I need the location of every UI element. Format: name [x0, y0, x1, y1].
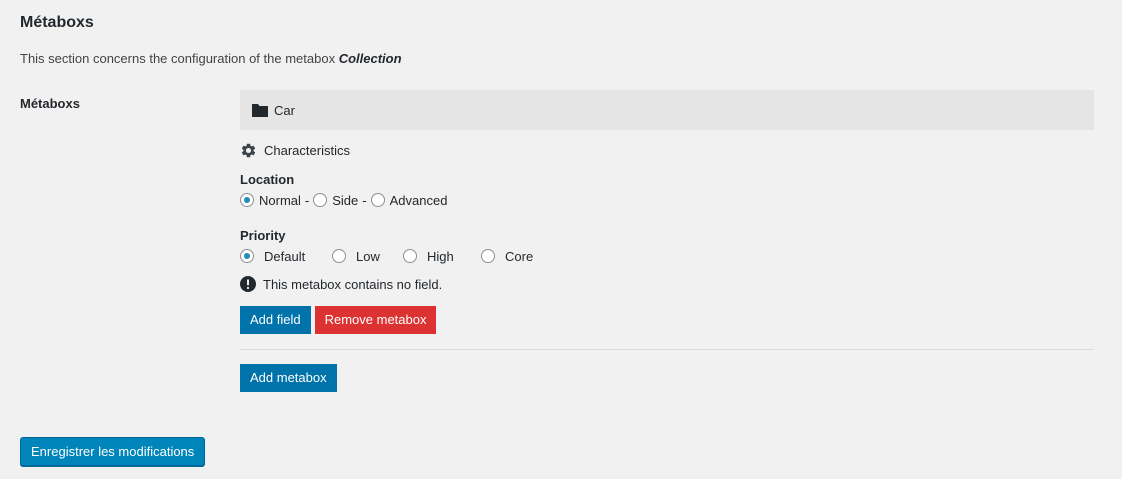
add-metabox-button[interactable]: Add metabox	[240, 364, 337, 392]
location-separator: -	[304, 192, 310, 208]
priority-default-option[interactable]: Default	[240, 249, 332, 264]
priority-core-radio[interactable]	[481, 249, 495, 263]
location-advanced-radio[interactable]	[370, 193, 385, 207]
folder-icon	[252, 103, 268, 117]
priority-low-label: Low	[356, 248, 380, 264]
empty-fields-notice: This metabox contains no field.	[240, 275, 1094, 293]
save-changes-button[interactable]: Enregistrer les modifications	[20, 437, 206, 466]
description-text: This section concerns the configuration …	[20, 51, 339, 66]
location-options: Normal - Side - Advanced	[240, 190, 1094, 210]
location-normal-label: Normal	[259, 192, 301, 208]
section-description: This section concerns the configuration …	[20, 51, 402, 66]
priority-label: Priority	[240, 228, 286, 243]
group-name: Characteristics	[264, 142, 350, 158]
priority-low-option[interactable]: Low	[332, 249, 403, 264]
metabox-name: Car	[274, 102, 295, 118]
settings-page: Métaboxs This section concerns the confi…	[0, 0, 1122, 479]
metabox-group: Characteristics	[240, 141, 1094, 159]
priority-options: Default Low High Core	[240, 246, 1094, 266]
priority-default-radio[interactable]	[240, 249, 254, 263]
divider	[240, 349, 1094, 350]
location-normal-radio[interactable]	[240, 193, 254, 207]
metabox-editor: Car Characteristics Location Normal - Si…	[240, 90, 1094, 392]
add-field-button[interactable]: Add field	[240, 306, 311, 334]
location-side-radio[interactable]	[313, 193, 328, 207]
location-label: Location	[240, 172, 295, 187]
metabox-actions: Add field Remove metabox	[240, 306, 1094, 334]
location-advanced-label: Advanced	[389, 192, 448, 208]
gear-icon	[240, 142, 257, 159]
priority-high-radio[interactable]	[403, 249, 417, 263]
priority-default-label: Default	[264, 248, 306, 264]
priority-core-option[interactable]: Core	[481, 249, 533, 264]
exclamation-icon	[240, 276, 256, 292]
description-emphasis: Collection	[338, 51, 402, 66]
priority-high-label: High	[427, 248, 454, 264]
priority-core-label: Core	[505, 248, 534, 264]
remove-metabox-button[interactable]: Remove metabox	[314, 306, 437, 334]
section-title: Métaboxs	[20, 14, 94, 31]
notice-text: This metabox contains no field.	[263, 276, 443, 292]
priority-low-radio[interactable]	[332, 249, 346, 263]
row-label: Métaboxs	[20, 96, 80, 111]
add-metabox-row: Add metabox	[240, 364, 1094, 392]
location-side-label: Side	[332, 192, 359, 208]
metabox-header[interactable]: Car	[240, 90, 1094, 130]
location-separator: -	[362, 192, 367, 208]
priority-high-option[interactable]: High	[403, 249, 481, 264]
